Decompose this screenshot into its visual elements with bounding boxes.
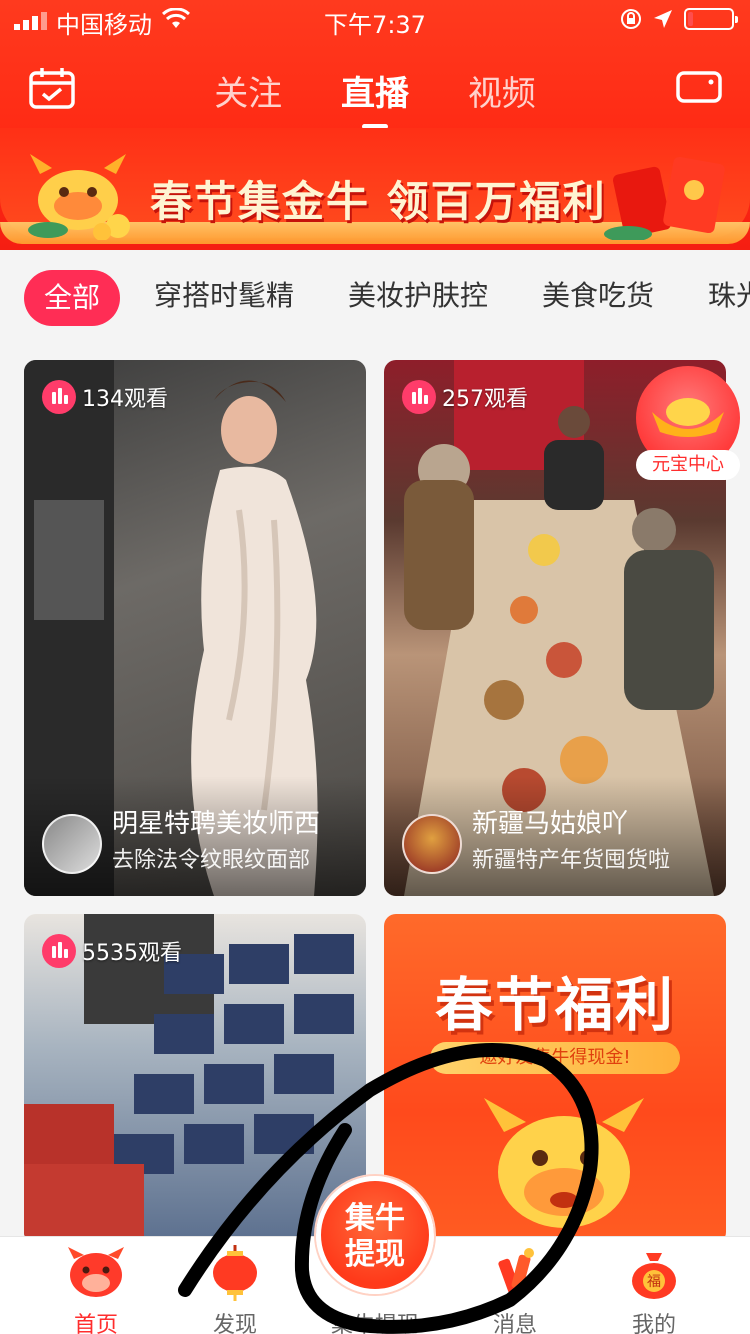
lantern-icon [213,1245,257,1301]
card-title: 明星特聘美妆师西 [112,809,321,839]
live-indicator-icon [42,934,76,968]
card-subtitle: 新疆特产年货囤货啦 [472,848,671,873]
category-beauty[interactable]: 美妆护肤控 [348,274,488,314]
header: 中国移动 下午7:37 关注 直播 视频 春节集金牛 领百万福利 [0,0,750,250]
avatar[interactable] [402,814,462,874]
viewer-count: 5535观看 [42,934,182,968]
live-indicator-icon [402,380,436,414]
tab-profile-label: 我的 [631,1313,676,1334]
tab-discover[interactable]: 发现 [175,1245,295,1334]
live-card[interactable]: 5535观看 [24,914,366,1244]
viewer-count-text: 134观看 [82,387,168,412]
avatar[interactable] [42,814,102,874]
card-title: 新疆马姑娘吖 [472,809,629,839]
red-envelope-icon [604,156,725,240]
category-fashion[interactable]: 穿搭时髦精 [154,274,294,314]
app-screen: 中国移动 下午7:37 关注 直播 视频 春节集金牛 领百万福利 全部 穿搭时髦… [0,0,750,1334]
category-bar: 全部 穿搭时髦精 美妆护肤控 美食吃货 珠光 [0,266,750,332]
tab-live[interactable]: 直播 [341,66,409,129]
tab-video[interactable]: 视频 [468,66,536,115]
rotation-lock-icon [621,9,641,29]
tab-follow[interactable]: 关注 [214,66,282,115]
card-subtitle: 去除法令纹眼纹面部 [112,848,311,873]
category-jewelry[interactable]: 珠光 [708,274,750,314]
banner-text: 春节集金牛 领百万福利 [150,177,607,226]
viewer-count: 134观看 [42,380,168,414]
collect-ox-withdraw-button[interactable]: 集牛 提现 [316,1176,434,1294]
status-right [620,8,738,30]
tab-profile[interactable]: 福 我的 [594,1245,714,1334]
ox-face-icon [68,1247,124,1297]
promo-subtitle: 邀好友集牛得现金! [430,1042,680,1074]
svg-text:福: 福 [647,1274,661,1290]
tab-home[interactable]: 首页 [36,1245,156,1334]
golden-ox-icon [28,154,130,240]
gold-ingot-center-label: 元宝中心 [636,450,740,480]
fortune-bag-icon: 福 [632,1253,676,1299]
live-indicator-icon [42,380,76,414]
center-button-line1: 集牛 [345,1201,405,1236]
gold-ingot-icon [652,398,724,437]
status-bar: 中国移动 下午7:37 [0,0,750,40]
top-nav: 关注 直播 视频 [0,58,750,129]
viewer-count-text: 257观看 [442,387,528,412]
tab-messages-label: 消息 [492,1313,537,1334]
live-card[interactable]: 134观看 明星特聘美妆师西 去除法令纹眼纹面部 [24,360,366,896]
tab-home-label: 首页 [73,1313,118,1334]
top-tabs: 关注 直播 视频 [0,66,750,129]
tab-messages[interactable]: 消息 [455,1245,575,1334]
spring-festival-promo-card[interactable]: 春节福利 邀好友集牛得现金! [384,914,726,1244]
battery-icon [684,8,738,30]
category-all[interactable]: 全部 [24,270,120,326]
viewer-count-text: 5535观看 [82,941,182,966]
firecracker-icon [498,1248,534,1294]
promo-banner[interactable]: 春节集金牛 领百万福利 [0,128,750,250]
cartoon-ox-icon [484,1098,644,1228]
location-icon [654,10,672,28]
tab-discover-label: 发现 [212,1313,257,1334]
gold-ingot-center-button[interactable]: 元宝中心 [632,366,744,482]
tab-collect-ox-label: 集牛提现 [330,1313,419,1334]
promo-title: 春节福利 [434,971,675,1039]
center-button-line2: 提现 [345,1237,405,1272]
viewer-count: 257观看 [402,380,528,414]
video-camera-icon[interactable] [676,70,722,104]
category-food[interactable]: 美食吃货 [542,274,654,314]
